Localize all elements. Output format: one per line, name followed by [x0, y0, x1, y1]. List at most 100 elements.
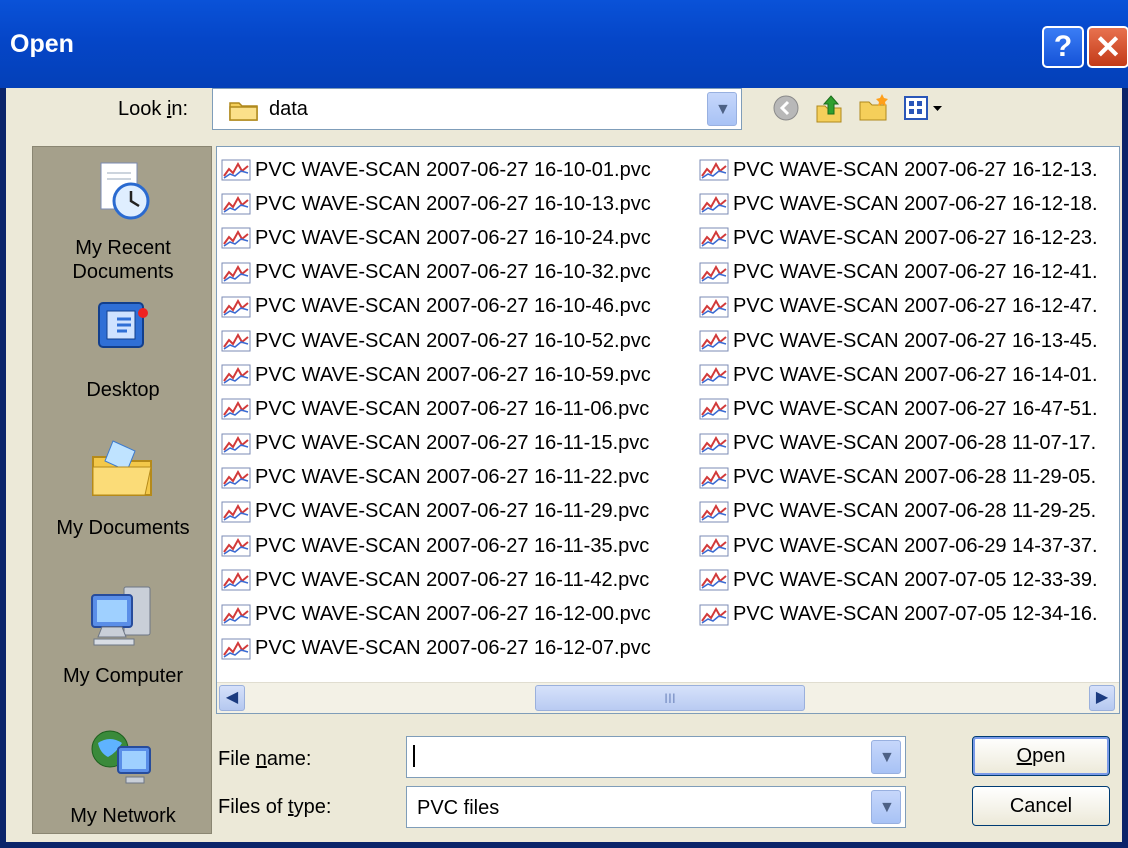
- wave-file-icon: [699, 569, 729, 591]
- file-name-label-accesskey: n: [255, 748, 267, 770]
- places-my-recent-documents[interactable]: My Recent Documents: [33, 157, 213, 285]
- file-list-item[interactable]: PVC WAVE-SCAN 2007-06-27 16-11-22.pvc: [221, 461, 651, 495]
- file-list[interactable]: PVC WAVE-SCAN 2007-06-27 16-10-01.pvc PVC…: [216, 146, 1120, 714]
- file-list-item[interactable]: PVC WAVE-SCAN 2007-06-27 16-11-35.pvc: [221, 529, 651, 563]
- wave-file-icon: [699, 330, 729, 352]
- file-list-item[interactable]: PVC WAVE-SCAN 2007-06-27 16-10-59.pvc: [221, 358, 651, 392]
- file-name-text: PVC WAVE-SCAN 2007-06-27 16-11-22.pvc: [255, 466, 650, 489]
- places-my-network[interactable]: My Network: [33, 725, 213, 835]
- places-my-documents[interactable]: My Documents: [33, 437, 213, 557]
- file-name-label: File name:: [218, 748, 311, 771]
- wave-file-icon: [221, 227, 251, 249]
- wave-file-icon: [221, 501, 251, 523]
- file-name-text: PVC WAVE-SCAN 2007-06-27 16-12-47.: [733, 295, 1098, 318]
- look-in-label-text: Look: [118, 98, 167, 120]
- file-name-text: PVC WAVE-SCAN 2007-06-27 16-12-23.: [733, 226, 1098, 249]
- desktop-icon: [98, 302, 148, 348]
- file-list-item[interactable]: PVC WAVE-SCAN 2007-07-05 12-34-16.: [699, 597, 1098, 631]
- file-list-item[interactable]: PVC WAVE-SCAN 2007-06-28 11-29-25.: [699, 495, 1098, 529]
- horizontal-scrollbar[interactable]: ◀ III ▶: [217, 682, 1119, 713]
- file-list-item[interactable]: PVC WAVE-SCAN 2007-06-27 16-13-45.: [699, 324, 1098, 358]
- up-folder-icon[interactable]: [814, 92, 844, 124]
- wave-file-icon: [221, 569, 251, 591]
- file-list-item[interactable]: PVC WAVE-SCAN 2007-06-27 16-10-01.pvc: [221, 153, 651, 187]
- file-name-text: PVC WAVE-SCAN 2007-07-05 12-33-39.: [733, 568, 1098, 591]
- file-list-item[interactable]: PVC WAVE-SCAN 2007-06-27 16-11-06.pvc: [221, 392, 651, 426]
- file-list-item[interactable]: PVC WAVE-SCAN 2007-06-27 16-12-23.: [699, 221, 1098, 255]
- file-list-item[interactable]: PVC WAVE-SCAN 2007-06-28 11-07-17.: [699, 427, 1098, 461]
- wave-file-icon: [221, 193, 251, 215]
- file-name-text: PVC WAVE-SCAN 2007-06-27 16-11-15.pvc: [255, 432, 650, 455]
- scroll-thumb[interactable]: III: [535, 685, 805, 711]
- file-name-text: PVC WAVE-SCAN 2007-06-27 16-11-29.pvc: [255, 500, 650, 523]
- files-of-type-label: Files of type:: [218, 796, 331, 819]
- my-network-icon: [91, 730, 151, 784]
- my-documents-icon: [92, 440, 152, 496]
- file-list-item[interactable]: PVC WAVE-SCAN 2007-06-27 16-12-07.pvc: [221, 632, 651, 666]
- wave-file-icon: [699, 467, 729, 489]
- file-list-item[interactable]: PVC WAVE-SCAN 2007-06-27 16-12-18.: [699, 187, 1098, 221]
- back-arrow-icon[interactable]: [772, 94, 800, 122]
- file-list-item[interactable]: PVC WAVE-SCAN 2007-06-27 16-12-13.: [699, 153, 1098, 187]
- look-in-combobox[interactable]: data ▼: [212, 88, 742, 130]
- file-name-text: PVC WAVE-SCAN 2007-06-28 11-07-17.: [733, 432, 1097, 455]
- wave-file-icon: [699, 364, 729, 386]
- file-list-item[interactable]: PVC WAVE-SCAN 2007-06-27 16-10-13.pvc: [221, 187, 651, 221]
- file-list-item[interactable]: PVC WAVE-SCAN 2007-06-27 16-12-41.: [699, 256, 1098, 290]
- look-in-dropdown-button[interactable]: ▼: [707, 92, 737, 126]
- file-list-item[interactable]: PVC WAVE-SCAN 2007-06-27 16-10-46.pvc: [221, 290, 651, 324]
- wave-file-icon: [221, 467, 251, 489]
- file-list-item[interactable]: PVC WAVE-SCAN 2007-06-27 16-14-01.: [699, 358, 1098, 392]
- new-folder-icon[interactable]: [858, 92, 890, 124]
- file-list-item[interactable]: PVC WAVE-SCAN 2007-06-29 14-37-37.: [699, 529, 1098, 563]
- file-list-item[interactable]: PVC WAVE-SCAN 2007-06-27 16-12-00.pvc: [221, 597, 651, 631]
- file-name-text: PVC WAVE-SCAN 2007-06-27 16-14-01.: [733, 363, 1098, 386]
- file-name-dropdown-button[interactable]: ▼: [871, 740, 901, 774]
- wave-file-icon: [221, 330, 251, 352]
- file-name-text: PVC WAVE-SCAN 2007-06-27 16-12-00.pvc: [255, 603, 651, 626]
- recent-documents-icon: [100, 162, 150, 220]
- title-bar[interactable]: Open ? ✕: [0, 0, 1128, 88]
- places-desktop[interactable]: Desktop: [33, 297, 213, 407]
- file-list-item[interactable]: PVC WAVE-SCAN 2007-07-05 12-33-39.: [699, 563, 1098, 597]
- wave-file-icon: [699, 604, 729, 626]
- file-list-item[interactable]: PVC WAVE-SCAN 2007-06-27 16-12-47.: [699, 290, 1098, 324]
- places-label: Desktop: [86, 379, 160, 401]
- open-button-label: pen: [1032, 745, 1066, 767]
- places-label: My Network: [70, 805, 176, 827]
- close-button[interactable]: ✕: [1087, 26, 1128, 68]
- wave-file-icon: [221, 535, 251, 557]
- file-list-item[interactable]: PVC WAVE-SCAN 2007-06-27 16-11-29.pvc: [221, 495, 651, 529]
- dialog-body: Look in: data ▼ My Recent Documents Desk…: [6, 88, 1122, 842]
- file-name-text: PVC WAVE-SCAN 2007-06-27 16-10-46.pvc: [255, 295, 651, 318]
- file-list-item[interactable]: PVC WAVE-SCAN 2007-06-27 16-10-32.pvc: [221, 256, 651, 290]
- scroll-left-button[interactable]: ◀: [219, 685, 245, 711]
- wave-file-icon: [221, 433, 251, 455]
- file-list-item[interactable]: PVC WAVE-SCAN 2007-06-27 16-11-15.pvc: [221, 427, 651, 461]
- files-of-type-dropdown-button[interactable]: ▼: [871, 790, 901, 824]
- wave-file-icon: [221, 262, 251, 284]
- cancel-button[interactable]: Cancel: [972, 786, 1110, 826]
- file-list-item[interactable]: PVC WAVE-SCAN 2007-06-27 16-10-52.pvc: [221, 324, 651, 358]
- file-name-text: PVC WAVE-SCAN 2007-07-05 12-34-16.: [733, 603, 1098, 626]
- file-list-item[interactable]: PVC WAVE-SCAN 2007-06-27 16-10-24.pvc: [221, 221, 651, 255]
- file-name-text: PVC WAVE-SCAN 2007-06-27 16-11-42.pvc: [255, 568, 650, 591]
- file-name-text: PVC WAVE-SCAN 2007-06-28 11-29-25.: [733, 500, 1097, 523]
- wave-file-icon: [221, 604, 251, 626]
- file-list-item[interactable]: PVC WAVE-SCAN 2007-06-28 11-29-05.: [699, 461, 1098, 495]
- view-menu-icon[interactable]: [904, 96, 946, 122]
- open-button[interactable]: Open: [972, 736, 1110, 776]
- files-of-type-combobox[interactable]: PVC files ▼: [406, 786, 906, 828]
- file-list-item[interactable]: PVC WAVE-SCAN 2007-06-27 16-11-42.pvc: [221, 563, 651, 597]
- scroll-right-button[interactable]: ▶: [1089, 685, 1115, 711]
- help-button[interactable]: ?: [1042, 26, 1084, 68]
- places-my-computer[interactable]: My Computer: [33, 583, 213, 703]
- open-button-accesskey: O: [1016, 745, 1033, 767]
- file-list-item[interactable]: PVC WAVE-SCAN 2007-06-27 16-47-51.: [699, 392, 1098, 426]
- chevron-down-icon: ▼: [715, 101, 731, 118]
- file-name-combobox[interactable]: ▼: [406, 736, 906, 778]
- file-name-input[interactable]: [413, 745, 415, 767]
- open-dialog: Open ? ✕ Look in: data ▼ My Recent Docum…: [0, 0, 1128, 848]
- wave-file-icon: [699, 227, 729, 249]
- file-name-text: PVC WAVE-SCAN 2007-06-27 16-12-18.: [733, 192, 1098, 215]
